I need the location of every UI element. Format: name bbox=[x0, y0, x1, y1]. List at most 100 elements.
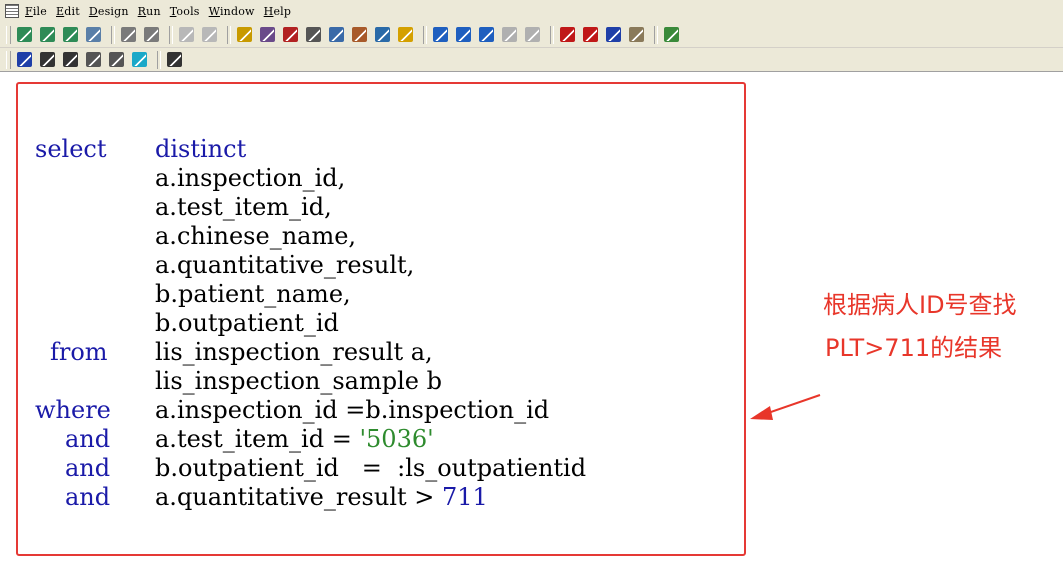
undo-icon bbox=[17, 52, 32, 67]
tools-icon bbox=[260, 27, 275, 42]
edit-button[interactable] bbox=[396, 25, 415, 44]
layout-button[interactable] bbox=[119, 25, 138, 44]
preview-icon bbox=[86, 27, 101, 42]
chart-c-button[interactable] bbox=[477, 25, 496, 44]
stop-button[interactable] bbox=[558, 25, 577, 44]
main-toolbar bbox=[0, 22, 1063, 48]
toolbar-separator bbox=[169, 25, 173, 44]
code-line: a.quantitative_result > 711 bbox=[155, 483, 488, 512]
chart-d-button[interactable] bbox=[500, 25, 519, 44]
exit-icon bbox=[664, 27, 679, 42]
keyword-from: from bbox=[50, 338, 108, 366]
menu-help[interactable]: Help bbox=[264, 5, 291, 18]
menu-run[interactable]: Run bbox=[138, 5, 161, 18]
runner-button[interactable] bbox=[604, 25, 623, 44]
chart-b-button[interactable] bbox=[454, 25, 473, 44]
disabled-a-button[interactable] bbox=[177, 25, 196, 44]
disabled-a-icon bbox=[179, 27, 194, 42]
code-line: b.outpatient_id = :ls_outpatientid bbox=[155, 454, 587, 482]
chart-b-icon bbox=[456, 27, 471, 42]
annotation-line-1: 根据病人ID号查找 bbox=[823, 291, 1017, 319]
app-icon bbox=[5, 4, 19, 18]
code-line: b.outpatient_id bbox=[155, 309, 339, 337]
new-icon bbox=[17, 27, 32, 42]
edit-toolbar bbox=[0, 48, 1063, 72]
code-text: a.quantitative_result > bbox=[155, 483, 443, 511]
tools-button[interactable] bbox=[258, 25, 277, 44]
exit-button[interactable] bbox=[662, 25, 681, 44]
copy-button[interactable] bbox=[61, 50, 80, 69]
menu-design[interactable]: Design bbox=[89, 5, 129, 18]
run-button[interactable] bbox=[581, 25, 600, 44]
code-line: a.test_item_id, bbox=[155, 193, 332, 221]
chart-a-icon bbox=[433, 27, 448, 42]
toolbar-grip[interactable] bbox=[6, 50, 11, 69]
toolbar-separator bbox=[423, 25, 427, 44]
toolbar-grip[interactable] bbox=[6, 25, 11, 44]
build-button[interactable] bbox=[350, 25, 369, 44]
undo-button[interactable] bbox=[15, 50, 34, 69]
library-icon bbox=[306, 27, 321, 42]
menu-tools[interactable]: Tools bbox=[170, 5, 200, 18]
toolbar-separator bbox=[227, 25, 231, 44]
disabled-b-button[interactable] bbox=[200, 25, 219, 44]
save-button[interactable] bbox=[61, 25, 80, 44]
chart-e-icon bbox=[525, 27, 540, 42]
number-literal: 711 bbox=[442, 483, 488, 511]
chart-a-button[interactable] bbox=[431, 25, 450, 44]
layout-icon bbox=[121, 27, 136, 42]
runner-icon bbox=[606, 27, 621, 42]
string-literal: '5036' bbox=[359, 425, 434, 453]
code-line: lis_inspection_result a, bbox=[155, 338, 433, 366]
database-icon bbox=[375, 27, 390, 42]
paste-icon bbox=[86, 52, 101, 67]
select-all-button[interactable] bbox=[130, 50, 149, 69]
code-line: a.quantitative_result, bbox=[155, 251, 415, 279]
library-button[interactable] bbox=[304, 25, 323, 44]
menu-file[interactable]: File bbox=[25, 5, 47, 18]
keyword-and: and bbox=[65, 454, 111, 482]
disabled-b-icon bbox=[202, 27, 217, 42]
build-icon bbox=[352, 27, 367, 42]
code-line: lis_inspection_sample b bbox=[155, 367, 442, 395]
debug-icon bbox=[283, 27, 298, 42]
stop-icon bbox=[560, 27, 575, 42]
grid-icon bbox=[144, 27, 159, 42]
cut-button[interactable] bbox=[38, 50, 57, 69]
properties-button[interactable] bbox=[165, 50, 184, 69]
clear-button[interactable] bbox=[107, 50, 126, 69]
database-button[interactable] bbox=[373, 25, 392, 44]
deploy-icon bbox=[629, 27, 644, 42]
code-line: a.inspection_id =b.inspection_id bbox=[155, 396, 550, 424]
toolbar-separator bbox=[157, 50, 161, 69]
chart-e-button[interactable] bbox=[523, 25, 542, 44]
menu-edit[interactable]: Edit bbox=[56, 5, 80, 18]
open-icon bbox=[40, 27, 55, 42]
tree-button[interactable] bbox=[327, 25, 346, 44]
ruler-icon bbox=[237, 27, 252, 42]
toolbar-separator bbox=[111, 25, 115, 44]
menu-window[interactable]: Window bbox=[209, 5, 255, 18]
open-button[interactable] bbox=[38, 25, 57, 44]
deploy-button[interactable] bbox=[627, 25, 646, 44]
keyword-and: and bbox=[65, 425, 111, 453]
ruler-button[interactable] bbox=[235, 25, 254, 44]
toolbar-separator bbox=[550, 25, 554, 44]
script-editor[interactable]: select distinct a.inspection_id, a.test_… bbox=[0, 73, 1063, 588]
code-line: a.chinese_name, bbox=[155, 222, 357, 250]
run-icon bbox=[583, 27, 598, 42]
code-text: a.test_item_id = bbox=[155, 425, 360, 453]
debug-button[interactable] bbox=[281, 25, 300, 44]
paste-button[interactable] bbox=[84, 50, 103, 69]
new-button[interactable] bbox=[15, 25, 34, 44]
annotation-line-2: PLT>711的结果 bbox=[825, 334, 1003, 362]
keyword-where: where bbox=[35, 396, 111, 424]
keyword-and: and bbox=[65, 483, 111, 511]
save-icon bbox=[63, 27, 78, 42]
copy-icon bbox=[63, 52, 78, 67]
code-line: a.test_item_id = '5036' bbox=[155, 425, 434, 454]
grid-button[interactable] bbox=[142, 25, 161, 44]
arrow-icon bbox=[750, 394, 821, 420]
preview-button[interactable] bbox=[84, 25, 103, 44]
tree-icon bbox=[329, 27, 344, 42]
